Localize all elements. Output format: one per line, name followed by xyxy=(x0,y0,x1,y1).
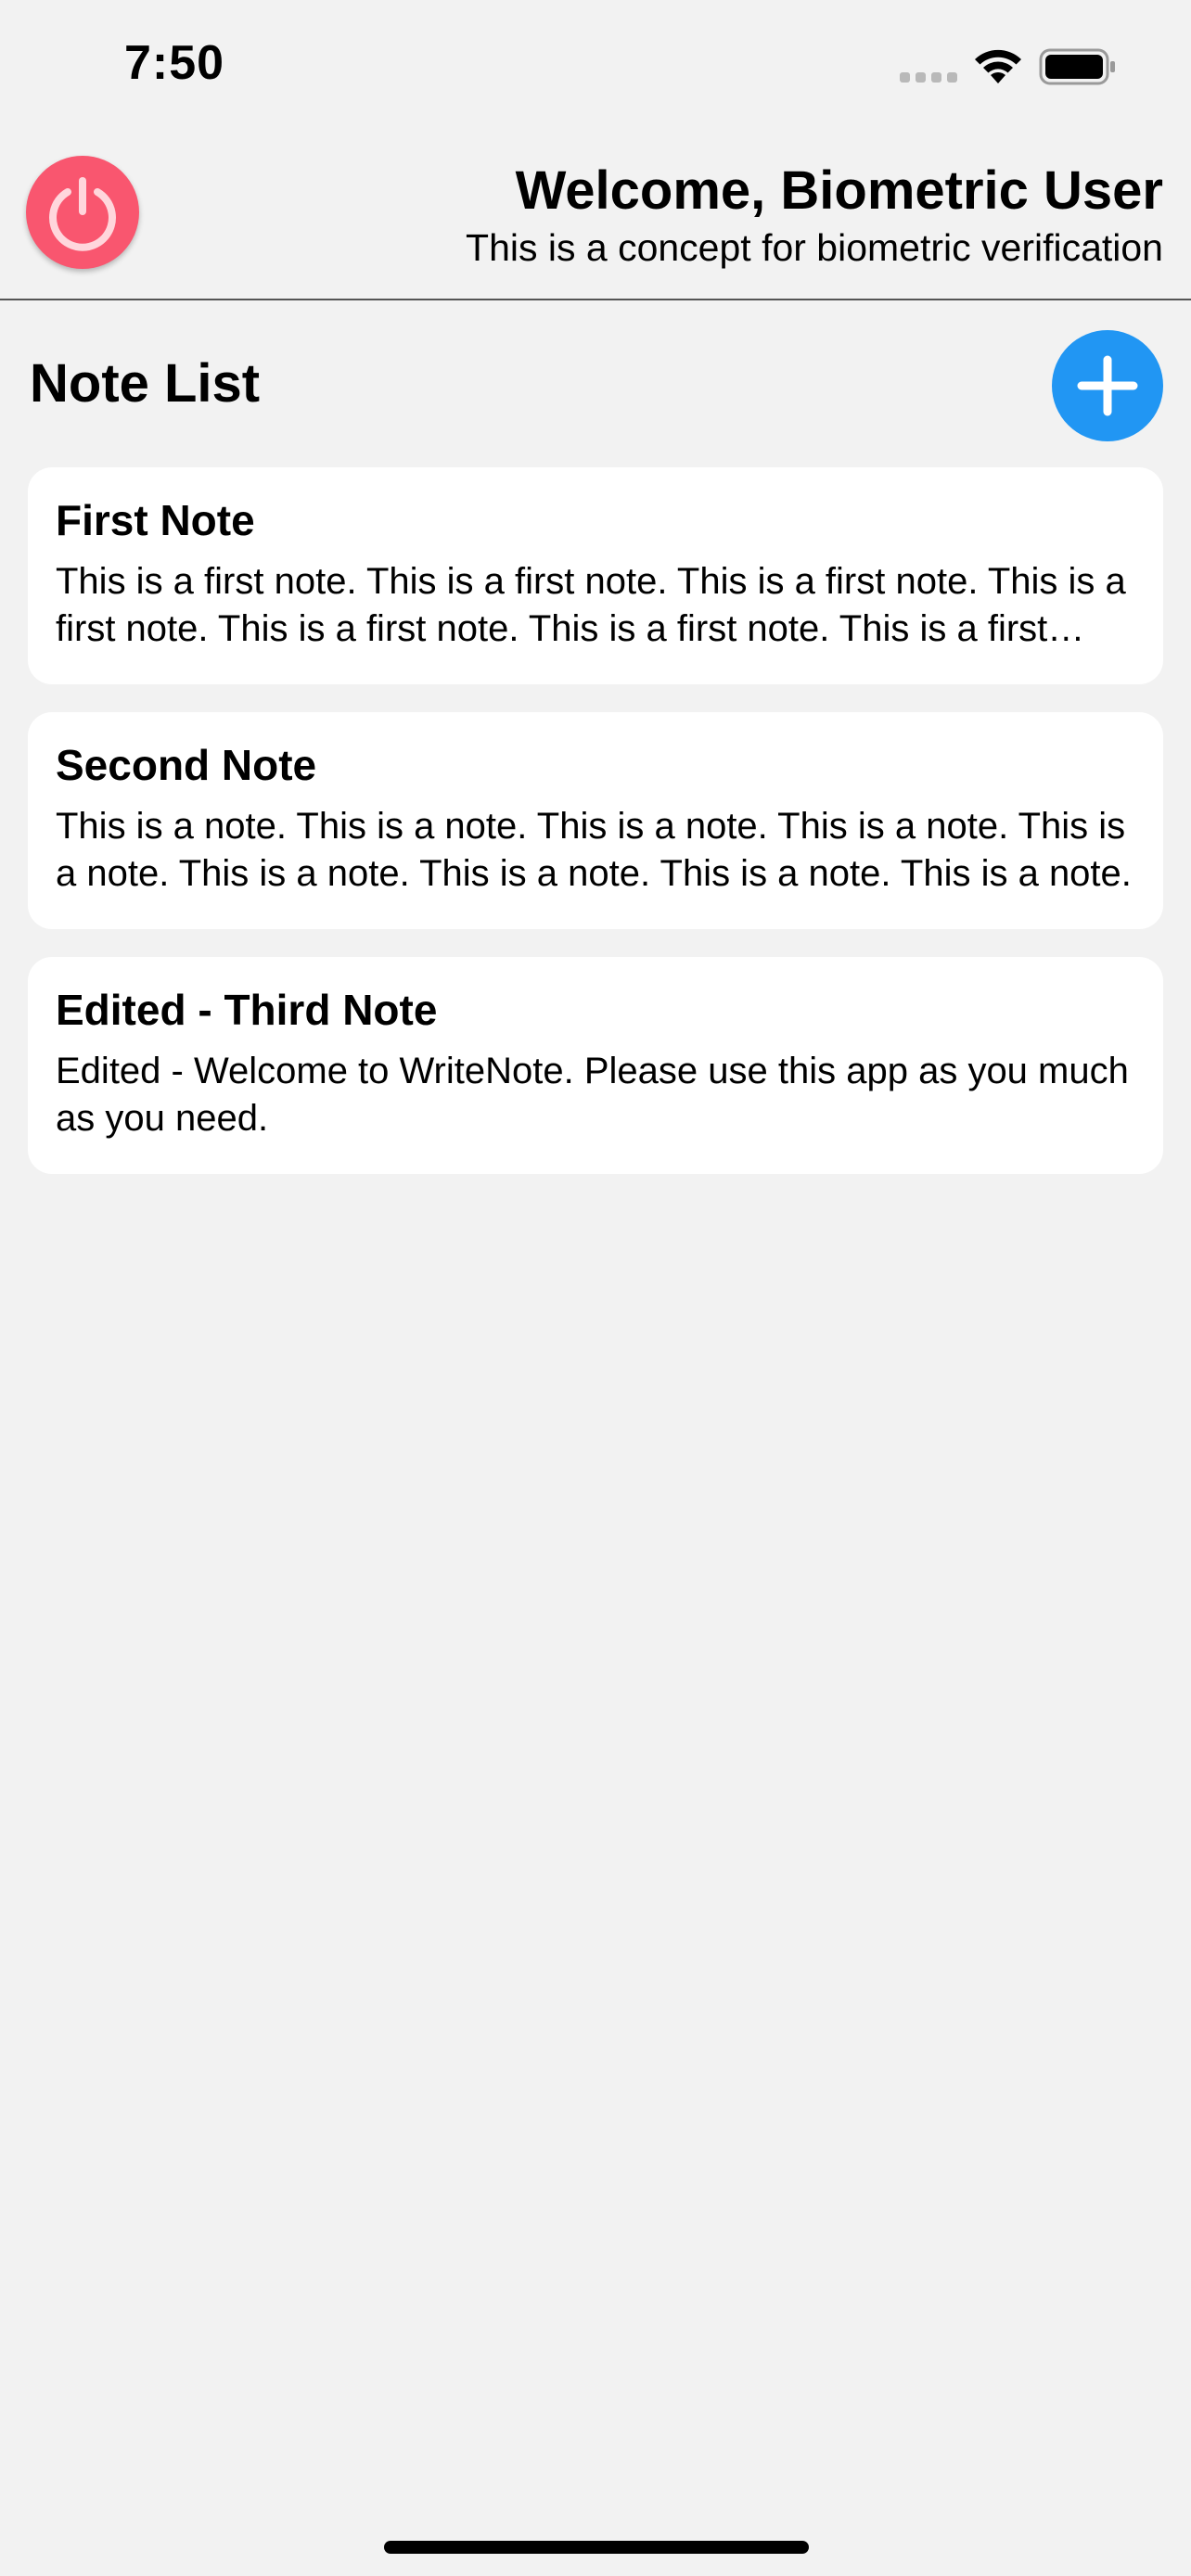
wifi-icon xyxy=(972,46,1024,85)
power-button[interactable] xyxy=(26,156,139,269)
power-icon xyxy=(49,177,116,251)
note-body: Edited - Welcome to WriteNote. Please us… xyxy=(56,1051,1129,1139)
note-card[interactable]: First Note This is a first note. This is… xyxy=(28,467,1163,684)
note-card[interactable]: Edited - Third Note Edited - Welcome to … xyxy=(28,957,1163,1174)
status-time: 7:50 xyxy=(124,36,225,90)
note-title: Second Note xyxy=(56,741,317,789)
note-card[interactable]: Second Note This is a note. This is a no… xyxy=(28,712,1163,929)
home-indicator[interactable] xyxy=(384,2541,809,2554)
note-title: First Note xyxy=(56,496,255,544)
page-title: Note List xyxy=(30,353,261,414)
note-list: First Note This is a first note. This is… xyxy=(28,467,1163,1202)
status-bar: 7:50 xyxy=(0,0,1191,130)
note-title: Edited - Third Note xyxy=(56,986,438,1034)
note-body: This is a note. This is a note. This is … xyxy=(56,806,1132,894)
welcome-header: Welcome, Biometric User This is a concep… xyxy=(0,130,1191,300)
cellular-signal-icon xyxy=(900,72,959,83)
welcome-subtitle: This is a concept for biometric verifica… xyxy=(466,226,1163,269)
welcome-title: Welcome, Biometric User xyxy=(515,160,1163,221)
plus-icon xyxy=(1077,355,1138,416)
battery-full-icon xyxy=(1039,48,1117,85)
note-list-header: Note List xyxy=(0,300,1191,467)
note-body: This is a first note. This is a first no… xyxy=(56,561,1126,649)
add-note-button[interactable] xyxy=(1052,330,1163,441)
